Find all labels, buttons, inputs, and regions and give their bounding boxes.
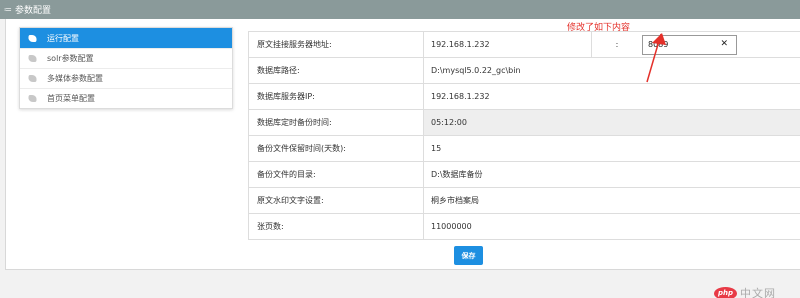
sidebar-item-solr-config[interactable]: solr参数配置 [20, 48, 232, 68]
backup-time-field[interactable]: 05:12:00 [424, 110, 800, 135]
form-row-db-ip: 数据库服务器IP: 192.168.1.232 [248, 84, 800, 110]
save-button[interactable]: 保存 [454, 246, 483, 265]
leaf-icon [27, 95, 38, 102]
retention-label: 备份文件保留时间(天数): [248, 136, 424, 161]
form-row-db-path: 数据库路径: D:\mysql5.0.22_gc\bin [248, 58, 800, 84]
db-ip-label: 数据库服务器IP: [248, 84, 424, 109]
db-path-field[interactable]: D:\mysql5.0.22_gc\bin [424, 58, 800, 83]
form-row-retention: 备份文件保留时间(天数): 15 [248, 136, 800, 162]
page-header: ≔ 参数配置 [0, 0, 800, 19]
leaf-icon [27, 55, 38, 62]
leaf-icon [27, 75, 38, 82]
site-watermark: php 中文网 [714, 285, 776, 298]
server-address-label: 原文挂接服务器地址: [248, 32, 424, 57]
server-port-field[interactable]: 8089 ✕ [642, 34, 737, 55]
pages-field[interactable]: 11000000 [424, 214, 800, 239]
sidebar-item-label: 运行配置 [47, 33, 79, 43]
leaf-icon [27, 34, 38, 42]
page-title: 参数配置 [15, 6, 52, 16]
form-row-watermark: 原文水印文字设置: 桐乡市档案局 [248, 188, 800, 214]
backup-dir-field[interactable]: D:\数据库备份 [424, 162, 800, 187]
php-logo: php [714, 286, 737, 298]
port-separator: : [615, 40, 619, 49]
clear-icon[interactable]: ✕ [720, 39, 728, 49]
form-row-backup-time: 数据库定时备份时间: 05:12:00 [248, 110, 800, 136]
backup-dir-label: 备份文件的目录: [248, 162, 424, 187]
watermark-text-field[interactable]: 桐乡市档案局 [424, 188, 800, 213]
site-watermark-text: 中文网 [740, 287, 776, 298]
annotation-note: 修改了如下内容 [567, 23, 631, 33]
sidebar-item-label: 多媒体参数配置 [47, 74, 103, 83]
server-port-value: 8089 [648, 40, 669, 49]
db-ip-field[interactable]: 192.168.1.232 [424, 84, 800, 109]
config-form: 原文挂接服务器地址: 192.168.1.232 : 8089 ✕ 数据库路径:… [248, 31, 800, 240]
sidebar-item-media-config[interactable]: 多媒体参数配置 [20, 68, 232, 88]
form-row-pages: 张页数: 11000000 [248, 214, 800, 240]
sidebar-item-home-menu-config[interactable]: 首页菜单配置 [20, 88, 232, 108]
sidebar: 运行配置 solr参数配置 多媒体参数配置 首页菜单配置 [19, 27, 233, 109]
sidebar-item-label: solr参数配置 [47, 54, 94, 63]
sidebar-item-label: 首页菜单配置 [47, 94, 95, 103]
form-row-server: 原文挂接服务器地址: 192.168.1.232 : 8089 ✕ [248, 32, 800, 58]
backup-time-label: 数据库定时备份时间: [248, 110, 424, 135]
list-icon: ≔ [4, 5, 12, 14]
form-row-backup-dir: 备份文件的目录: D:\数据库备份 [248, 162, 800, 188]
sidebar-item-run-config[interactable]: 运行配置 [20, 28, 232, 48]
server-host-field[interactable]: 192.168.1.232 [424, 32, 592, 57]
watermark-text-label: 原文水印文字设置: [248, 188, 424, 213]
pages-label: 张页数: [248, 214, 424, 239]
db-path-label: 数据库路径: [248, 58, 424, 83]
retention-field[interactable]: 15 [424, 136, 800, 161]
